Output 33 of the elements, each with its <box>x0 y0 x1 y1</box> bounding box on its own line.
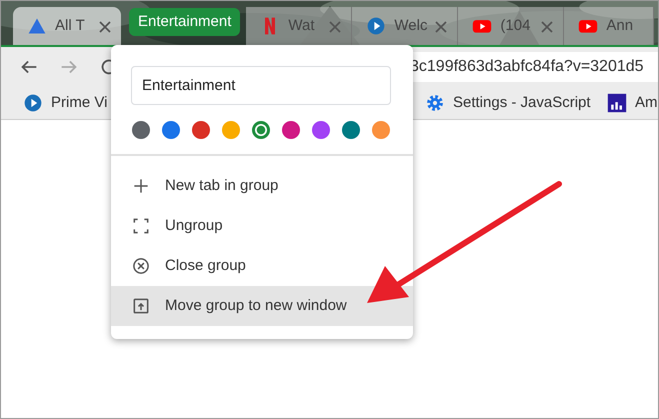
play-circle-icon <box>366 16 386 36</box>
bookmark[interactable]: Prime Vi <box>23 92 108 114</box>
url-text: 3c199f863d3abfc84fa?v=3201d5 <box>410 57 644 77</box>
color-swatch[interactable] <box>342 121 360 139</box>
ungroup-icon <box>131 216 151 236</box>
color-swatch[interactable] <box>132 121 150 139</box>
color-swatch[interactable] <box>222 121 240 139</box>
triangle-icon <box>27 16 47 36</box>
group-name-field[interactable]: Entertainment <box>131 66 391 105</box>
move-window-icon <box>131 296 151 316</box>
tab-title: (104 <box>500 16 530 36</box>
color-swatch[interactable] <box>372 121 390 139</box>
tab-title: Welc <box>394 16 428 36</box>
tab-title: Ann <box>606 16 634 36</box>
equalizer-icon <box>607 93 627 113</box>
tab-title: All T <box>55 16 85 36</box>
color-swatch[interactable] <box>252 121 270 139</box>
menu-item[interactable]: Close group <box>111 246 413 286</box>
color-swatch[interactable] <box>312 121 330 139</box>
close-icon <box>131 256 151 276</box>
menu-item[interactable]: Move group to new window <box>111 286 413 326</box>
menu-item[interactable]: Ungroup <box>111 206 413 246</box>
play-circle-icon <box>23 93 43 113</box>
menu-item[interactable]: New tab in group <box>111 166 413 206</box>
bookmark[interactable]: Settings - JavaScript <box>425 92 591 114</box>
bookmark[interactable]: Am <box>607 92 658 114</box>
color-swatch[interactable] <box>192 121 210 139</box>
tab-title: Wat <box>288 16 315 36</box>
settings-icon <box>425 93 445 113</box>
color-swatch[interactable] <box>162 121 180 139</box>
color-swatch[interactable] <box>282 121 300 139</box>
browser-tab[interactable]: All T <box>13 7 121 45</box>
tab-group-chip[interactable]: Entertainment <box>129 8 240 36</box>
